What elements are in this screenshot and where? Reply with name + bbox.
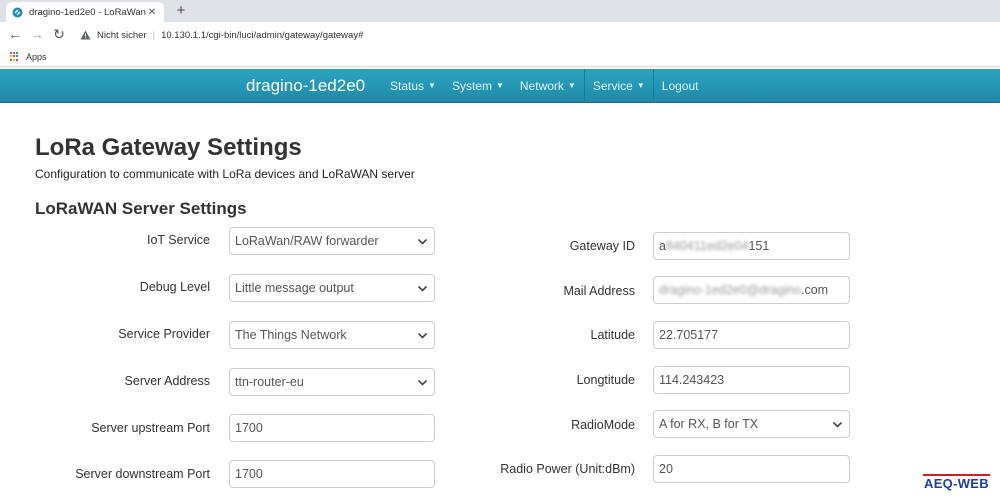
address-separator: |: [152, 29, 156, 41]
new-tab-icon[interactable]: +: [173, 3, 189, 19]
menu-status-label: Status: [390, 79, 425, 93]
longtitude-input[interactable]: 114.243423: [653, 366, 850, 394]
bookmarks-bar: Apps: [0, 47, 1000, 67]
chevron-down-icon: ▼: [495, 81, 504, 90]
latitude-value: 22.705177: [659, 328, 719, 342]
security-label[interactable]: Nicht sicher: [97, 30, 147, 41]
bookmark-apps[interactable]: Apps: [26, 52, 47, 62]
warning-icon[interactable]: [79, 29, 91, 41]
longtitude-value: 114.243423: [659, 373, 725, 387]
chevron-down-icon: [832, 421, 843, 428]
page-title: LoRa Gateway Settings: [35, 134, 302, 161]
chevron-down-icon: [417, 379, 428, 386]
service-provider-label: Service Provider: [118, 327, 210, 341]
service-provider-value: The Things Network: [235, 328, 347, 342]
upstream-port-input[interactable]: 1700: [229, 414, 435, 442]
longtitude-label: Longtitude: [576, 373, 635, 387]
iot-service-label: IoT Service: [147, 233, 210, 247]
apps-grid-icon[interactable]: [10, 51, 20, 62]
brand-title[interactable]: dragino-1ed2e0: [246, 76, 365, 96]
downstream-port-label: Server downstream Port: [75, 467, 210, 481]
upstream-port-label: Server upstream Port: [91, 421, 210, 435]
downstream-port-value: 1700: [235, 467, 263, 481]
radio-power-value: 20: [659, 462, 673, 476]
server-address-select[interactable]: ttn-router-eu: [229, 368, 435, 396]
url-text[interactable]: 10.130.1.1/cgi-bin/luci/admin/gateway/ga…: [161, 30, 363, 41]
radiomode-value: A for RX, B for TX: [659, 417, 759, 431]
reload-icon[interactable]: ↻: [51, 26, 67, 42]
section-title: LoRaWAN Server Settings: [35, 199, 247, 218]
main-menu: Status ▼ System ▼ Network ▼ Service ▼ Logout: [382, 69, 706, 103]
latitude-input[interactable]: 22.705177: [653, 321, 850, 349]
gateway-id-label: Gateway ID: [569, 239, 635, 253]
gateway-id-prefix: a: [659, 239, 666, 253]
browser-toolbar: ← → ↻ Nicht sicher | 10.130.1.1/cgi-bin/…: [0, 22, 1000, 47]
watermark: AEQ-WEB: [923, 474, 990, 491]
chevron-down-icon: [417, 238, 428, 245]
iot-service-value: LoRaWan/RAW forwarder: [235, 234, 379, 248]
chevron-down-icon: ▼: [428, 81, 436, 90]
menu-network[interactable]: Network ▼: [512, 69, 584, 103]
debug-level-value: Little message output: [235, 281, 354, 295]
mail-address-suffix: .com: [800, 283, 829, 297]
forward-icon[interactable]: →: [29, 26, 45, 42]
browser-tab-title: dragino-1ed2e0 - LoRaWan Gate: [29, 6, 146, 18]
debug-level-select[interactable]: Little message output: [229, 274, 435, 302]
downstream-port-input[interactable]: 1700: [229, 460, 435, 488]
menu-logout[interactable]: Logout: [654, 69, 707, 103]
dragino-favicon-icon: [12, 7, 23, 18]
address-bar[interactable]: Nicht sicher | 10.130.1.1/cgi-bin/luci/a…: [73, 25, 993, 45]
menu-system-label: System: [451, 79, 492, 93]
menu-system[interactable]: System ▼: [444, 69, 512, 103]
browser-tabstrip: dragino-1ed2e0 - LoRaWan Gate ✕ +: [0, 0, 1000, 22]
menu-service[interactable]: Service ▼: [585, 69, 653, 103]
upstream-port-value: 1700: [235, 421, 263, 435]
chevron-down-icon: [417, 285, 428, 292]
radio-power-input[interactable]: 20: [653, 455, 850, 483]
gateway-id-redacted: 840411ed2e04: [665, 239, 749, 253]
radiomode-label: RadioMode: [571, 418, 635, 432]
radio-power-label: Radio Power (Unit:dBm): [500, 462, 635, 476]
browser-tab[interactable]: dragino-1ed2e0 - LoRaWan Gate ✕: [6, 2, 164, 22]
chevron-down-icon: [417, 332, 428, 339]
latitude-label: Latitude: [590, 328, 635, 342]
chevron-down-icon: ▼: [636, 81, 645, 90]
menu-network-label: Network: [519, 79, 564, 93]
service-provider-select[interactable]: The Things Network: [229, 321, 435, 349]
mail-address-label: Mail Address: [563, 284, 635, 298]
menu-status[interactable]: Status ▼: [382, 69, 444, 103]
server-address-value: ttn-router-eu: [235, 375, 304, 389]
radiomode-select[interactable]: A for RX, B for TX: [653, 410, 850, 438]
menu-service-label: Service: [592, 79, 633, 93]
chevron-down-icon: ▼: [567, 81, 576, 90]
iot-service-select[interactable]: LoRaWan/RAW forwarder: [229, 227, 435, 255]
server-address-label: Server Address: [124, 374, 210, 388]
mail-address-redacted: dragino-1ed2e0@dragino: [659, 283, 801, 297]
debug-level-label: Debug Level: [139, 280, 210, 294]
gateway-id-input[interactable]: a 840411ed2e04 151: [653, 232, 850, 260]
mail-address-input[interactable]: dragino-1ed2e0@dragino .com: [653, 276, 850, 304]
close-tab-icon[interactable]: ✕: [146, 7, 158, 18]
gateway-id-suffix: 151: [748, 239, 770, 253]
back-icon[interactable]: ←: [7, 26, 23, 42]
app-header: dragino-1ed2e0 Status ▼ System ▼ Network ▼ …: [0, 69, 1000, 103]
page-description: Configuration to communicate with LoRa d…: [35, 167, 415, 181]
menu-logout-label: Logout: [661, 79, 699, 93]
